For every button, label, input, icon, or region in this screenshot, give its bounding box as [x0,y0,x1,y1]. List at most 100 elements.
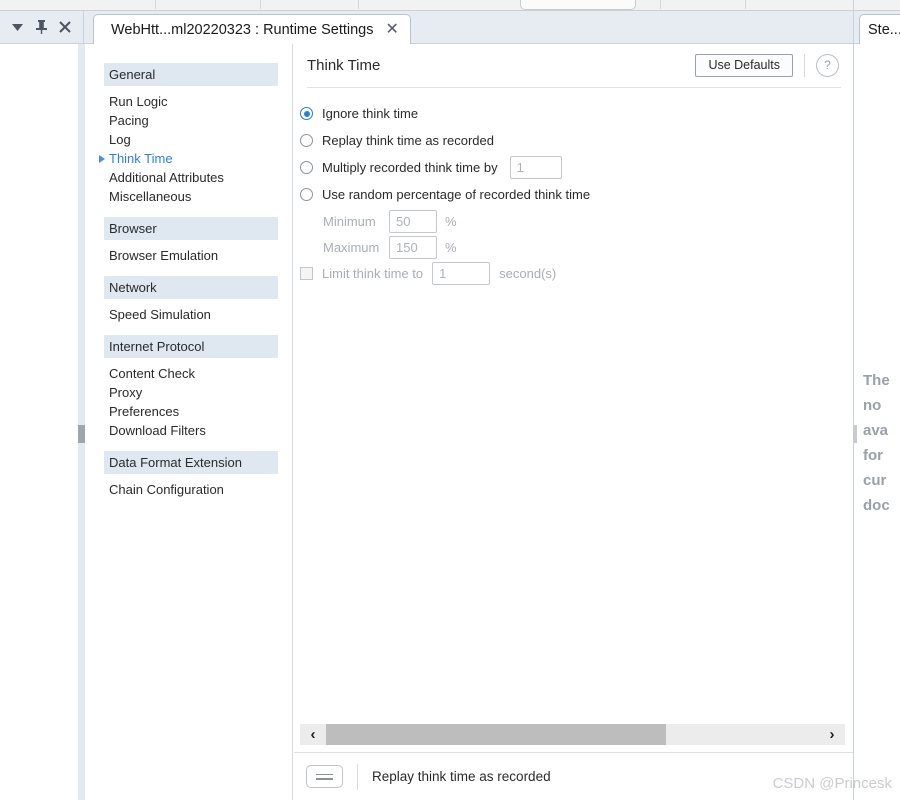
option-random-percentage[interactable]: Use random percentage of recorded think … [294,181,853,208]
right-panel-tab[interactable]: Ste... [859,14,900,44]
sidebar-section-header: Browser [104,217,278,240]
sidebar-item-run-logic[interactable]: Run Logic [85,92,292,111]
selected-marker-icon [99,154,105,163]
tab-bar: WebHtt...ml20220323 : Runtime Settings ✕ [84,11,900,44]
sidebar-item-label: Download Filters [109,423,206,438]
pin-icon[interactable] [33,19,49,35]
radio-multiply-think-time[interactable] [300,161,313,174]
sidebar-section-network: Network Speed Simulation [85,276,292,335]
minimum-percent-symbol: % [445,213,457,229]
toolbar-separator [155,0,156,9]
sidebar-item-label: Run Logic [109,94,168,109]
sidebar-section-items: Speed Simulation [85,299,292,335]
option-ignore-think-time[interactable]: Ignore think time [294,100,853,127]
content-header: Think Time Use Defaults ? [294,44,853,86]
sidebar-item-label: Pacing [109,113,149,128]
radio-ignore-think-time[interactable] [300,107,313,120]
right-panel-message-line: for [863,447,883,464]
sidebar-section-header: Network [104,276,278,299]
sidebar-item-content-check[interactable]: Content Check [85,364,292,383]
right-panel-top-strip [854,0,900,11]
option-label: Use random percentage of recorded think … [322,187,591,202]
tab-close-icon[interactable]: ✕ [385,21,398,38]
minimum-input[interactable] [389,209,437,233]
right-panel-tab-bar: Ste... [854,11,900,44]
limit-seconds-input[interactable] [432,262,491,285]
sidebar-item-preferences[interactable]: Preferences [85,402,292,421]
radio-replay-as-recorded[interactable] [300,134,313,147]
radio-random-percentage[interactable] [300,188,313,201]
sidebar-section-general: General Run Logic Pacing Log Think Time [85,63,292,217]
status-divider [357,763,358,790]
sidebar-item-browser-emulation[interactable]: Browser Emulation [85,246,292,265]
sidebar-item-miscellaneous[interactable]: Miscellaneous [85,187,292,206]
page-title: Think Time [307,56,381,74]
right-panel-message-line: The [863,372,890,389]
sidebar-item-label: Preferences [109,404,180,419]
toolbar-strip [0,0,900,11]
window-controls [0,11,84,44]
right-panel-message-line: ava [863,422,889,439]
sidebar-item-download-filters[interactable]: Download Filters [85,421,292,440]
maximum-row: Maximum % [294,234,853,260]
minimum-label: Minimum [323,213,376,229]
tab-label: WebHtt...ml20220323 : Runtime Settings [111,21,374,38]
list-line [316,773,333,775]
right-docked-panel: Ste... The no ava for cur doc [853,0,900,800]
sidebar-section-header: Internet Protocol [104,335,278,358]
sidebar-item-label: Browser Emulation [109,248,219,263]
multiply-factor-input[interactable] [509,156,562,179]
right-panel-message: The no ava for cur doc [863,368,900,518]
toolbar-separator [660,0,661,9]
option-label: Replay think time as recorded [322,133,494,148]
right-panel-message-line: no [863,397,882,414]
sidebar-item-additional-attributes[interactable]: Additional Attributes [85,168,292,187]
sidebar-item-chain-configuration[interactable]: Chain Configuration [85,480,292,499]
sidebar-item-label: Proxy [109,385,143,400]
list-menu-icon[interactable] [306,765,343,788]
use-defaults-button[interactable]: Use Defaults [695,53,793,77]
splitter-grip[interactable] [78,425,85,443]
dropdown-icon[interactable] [10,19,26,35]
sidebar-section-items: Chain Configuration [85,474,292,510]
header-divider [804,53,805,77]
sidebar-item-label: Content Check [109,366,195,381]
right-panel-message-line: cur [863,472,887,489]
sidebar-item-label: Think Time [109,151,173,166]
think-time-form: Ignore think time Replay think time as r… [294,100,853,287]
scrollbar-track[interactable] [326,724,819,745]
sidebar-section-browser: Browser Browser Emulation [85,217,292,276]
right-panel-edge [853,0,854,800]
help-icon[interactable]: ? [816,53,839,77]
maximum-input[interactable] [389,235,437,259]
option-multiply-think-time[interactable]: Multiply recorded think time by [294,154,853,181]
right-panel-splitter-grip[interactable] [853,425,857,443]
sidebar-item-think-time[interactable]: Think Time [85,149,292,168]
scrollbar-thumb[interactable] [326,724,667,745]
sidebar-section-items: Content Check Proxy Preferences Download… [85,358,292,451]
sidebar-item-log[interactable]: Log [85,130,292,149]
scroll-right-icon[interactable]: › [819,724,845,745]
toolbar-separator [745,0,746,9]
vertical-splitter[interactable] [78,44,85,800]
limit-think-time-row: Limit think time to second(s) [294,260,853,287]
toolbar-dropdown-pill[interactable] [520,0,636,10]
left-gutter [0,44,84,800]
sidebar-item-pacing[interactable]: Pacing [85,111,292,130]
scroll-left-icon[interactable]: ‹ [300,724,326,745]
tab-runtime-settings[interactable]: WebHtt...ml20220323 : Runtime Settings ✕ [93,14,411,44]
sidebar-item-label: Log [109,132,131,147]
status-text: Replay think time as recorded [372,769,551,784]
toolbar-separator [260,0,261,9]
sidebar-item-label: Speed Simulation [109,307,211,322]
sidebar-section-items: Run Logic Pacing Log Think Time Addition… [85,86,292,217]
sidebar-item-speed-simulation[interactable]: Speed Simulation [85,305,292,324]
horizontal-scrollbar[interactable]: ‹ › [300,724,845,745]
maximum-label: Maximum [323,239,380,255]
close-icon[interactable] [57,19,73,35]
runtime-settings-window: WebHtt...ml20220323 : Runtime Settings ✕… [0,0,900,800]
sidebar-item-proxy[interactable]: Proxy [85,383,292,402]
option-replay-as-recorded[interactable]: Replay think time as recorded [294,127,853,154]
limit-think-time-checkbox[interactable] [300,267,313,280]
settings-sidebar: General Run Logic Pacing Log Think Time [85,44,293,800]
